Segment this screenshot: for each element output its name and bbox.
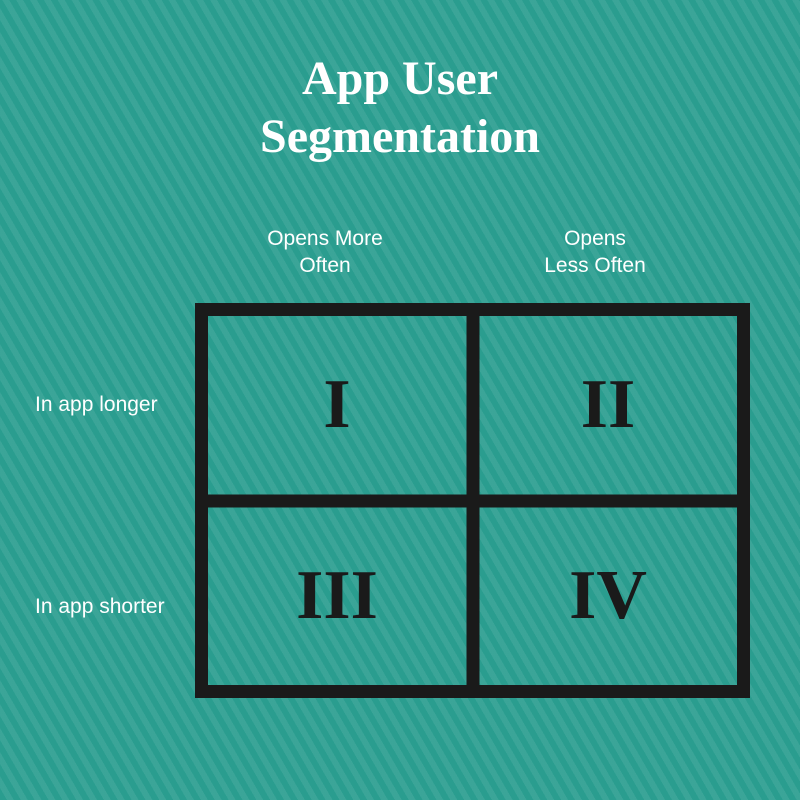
- title-line-2: Segmentation: [0, 108, 800, 166]
- column-header-opens-less: Opens Less Often: [495, 225, 695, 280]
- column-header-2-line-1: Opens: [564, 227, 626, 250]
- quadrant-cell-i: I: [208, 316, 466, 494]
- quadrant-grid: I II III IV: [195, 303, 750, 698]
- column-header-1-line-2: Often: [299, 254, 350, 277]
- quadrant-cell-ii: II: [479, 316, 737, 494]
- row-label-in-app-longer: In app longer: [35, 393, 158, 417]
- diagram-title: App User Segmentation: [0, 50, 800, 165]
- row-label-in-app-shorter: In app shorter: [35, 595, 165, 619]
- quadrant-cell-iv: IV: [479, 507, 737, 685]
- grid-horizontal-divider: [195, 494, 750, 507]
- column-header-opens-more: Opens More Often: [225, 225, 425, 280]
- column-header-1-line-1: Opens More: [267, 227, 383, 250]
- column-header-2-line-2: Less Often: [544, 254, 646, 277]
- title-line-1: App User: [0, 50, 800, 108]
- quadrant-cell-iii: III: [208, 507, 466, 685]
